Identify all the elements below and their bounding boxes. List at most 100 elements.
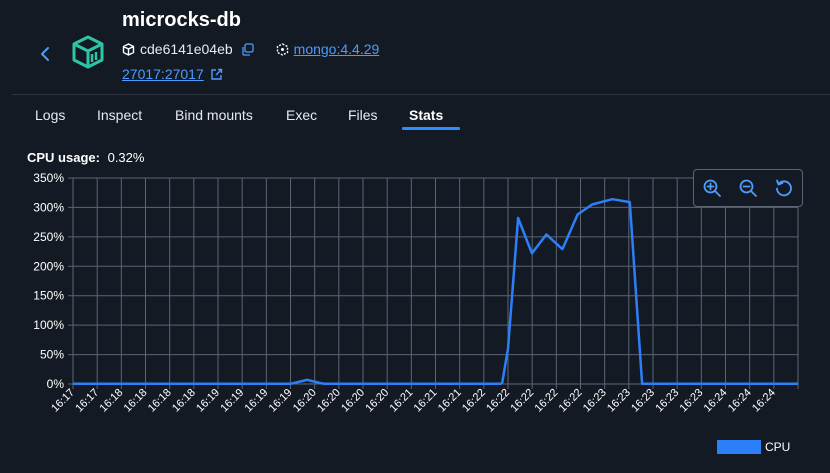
cpu-data-point [429, 383, 432, 385]
cpu-data-point [72, 383, 74, 385]
cpu-data-point [436, 383, 439, 385]
x-tick-label: 16:24 [750, 387, 778, 415]
cpu-data-point [177, 383, 179, 385]
y-tick-label: 300% [33, 200, 64, 214]
cpu-data-point [394, 383, 396, 385]
cpu-data-point [296, 383, 298, 385]
cpu-data-point [310, 383, 312, 385]
x-tick-label: 16:18 [98, 387, 126, 415]
y-tick-label: 150% [33, 289, 64, 303]
cpu-data-point [275, 383, 277, 385]
cpu-data-point [205, 383, 207, 385]
cpu-data-point [107, 383, 109, 385]
zoom-in-button[interactable] [701, 177, 723, 199]
cpu-data-point [219, 383, 221, 385]
legend-label-cpu: CPU [765, 440, 791, 454]
x-tick-label: 16:17 [73, 387, 101, 415]
cpu-data-point [457, 383, 460, 385]
x-tick-label: 16:23 [653, 387, 681, 415]
x-tick-label: 16:19 [218, 387, 246, 415]
cpu-data-point [485, 383, 488, 385]
reset-zoom-icon [776, 179, 792, 197]
cpu-data-point [401, 383, 403, 385]
cpu-data-point [149, 383, 151, 385]
zoom-out-button[interactable] [737, 177, 759, 199]
y-tick-label: 50% [40, 348, 64, 362]
x-tick-label: 16:18 [122, 387, 150, 415]
cpu-data-point [443, 383, 446, 385]
x-tick-label: 16:21 [412, 387, 440, 415]
cpu-data-point [282, 383, 284, 385]
cpu-data-point [226, 383, 228, 385]
cpu-data-point [366, 383, 368, 385]
cpu-data-point [352, 383, 354, 385]
cpu-data-point [128, 383, 130, 385]
cpu-data-point [198, 383, 200, 385]
cpu-data-point [156, 383, 158, 385]
x-tick-label: 16:20 [363, 387, 391, 415]
cpu-data-point [268, 383, 270, 385]
x-tick-label: 16:22 [533, 387, 561, 415]
cpu-data-point [212, 383, 214, 385]
cpu-data-point [387, 383, 389, 385]
cpu-data-point [121, 383, 123, 385]
x-tick-label: 16:24 [726, 387, 754, 415]
cpu-data-point [254, 383, 256, 385]
x-tick-label: 16:20 [339, 387, 367, 415]
cpu-data-point [142, 383, 144, 385]
cpu-data-point [373, 383, 375, 385]
cpu-data-point [478, 383, 481, 385]
chart-legend: CPU [717, 440, 790, 454]
cpu-data-point [303, 383, 305, 385]
legend-swatch-cpu [717, 440, 761, 454]
x-tick-label: 16:23 [629, 387, 657, 415]
cpu-data-point [331, 383, 333, 385]
cpu-data-point [86, 383, 88, 385]
reset-zoom-button[interactable] [773, 177, 795, 199]
cpu-data-point [135, 383, 137, 385]
cpu-data-point [184, 383, 186, 385]
cpu-data-point [163, 383, 165, 385]
x-tick-label: 16:20 [291, 387, 319, 415]
cpu-data-point [471, 383, 474, 385]
cpu-data-point [345, 383, 347, 385]
x-tick-label: 16:24 [702, 387, 730, 415]
y-tick-label: 250% [33, 230, 64, 244]
y-tick-label: 0% [47, 377, 65, 391]
x-tick-label: 16:19 [194, 387, 222, 415]
cpu-data-point [191, 383, 193, 385]
cpu-data-point [93, 383, 95, 385]
x-tick-label: 16:18 [146, 387, 174, 415]
cpu-data-point [450, 383, 453, 385]
x-tick-label: 16:22 [484, 387, 512, 415]
x-tick-label: 16:23 [605, 387, 633, 415]
cpu-data-point [338, 383, 340, 385]
cpu-data-point [289, 383, 291, 385]
x-tick-label: 16:20 [315, 387, 343, 415]
cpu-data-point [170, 383, 172, 385]
x-tick-label: 16:21 [436, 387, 464, 415]
x-tick-label: 16:22 [460, 387, 488, 415]
cpu-data-point [317, 383, 319, 385]
x-tick-label: 16:23 [581, 387, 609, 415]
cpu-data-point [240, 383, 242, 385]
cpu-data-point [233, 383, 235, 385]
x-tick-label: 16:19 [243, 387, 271, 415]
cpu-data-point [114, 383, 116, 385]
cpu-data-point [464, 383, 467, 385]
x-tick-label: 16:23 [678, 387, 706, 415]
y-tick-label: 100% [33, 318, 64, 332]
cpu-data-point [100, 383, 102, 385]
zoom-in-icon [703, 179, 721, 197]
cpu-data-point [324, 383, 326, 385]
cpu-data-point [247, 383, 249, 385]
x-tick-label: 16:22 [508, 387, 536, 415]
y-tick-label: 200% [33, 259, 64, 273]
cpu-chart[interactable]: 350%300%250%200%150%100%50%0%16:1716:171… [0, 0, 830, 473]
x-tick-label: 16:21 [388, 387, 416, 415]
cpu-data-point [380, 383, 382, 385]
x-tick-label: 16:19 [267, 387, 295, 415]
x-tick-label: 16:18 [170, 387, 198, 415]
cpu-data-point [261, 383, 263, 385]
zoom-controls [693, 169, 803, 207]
